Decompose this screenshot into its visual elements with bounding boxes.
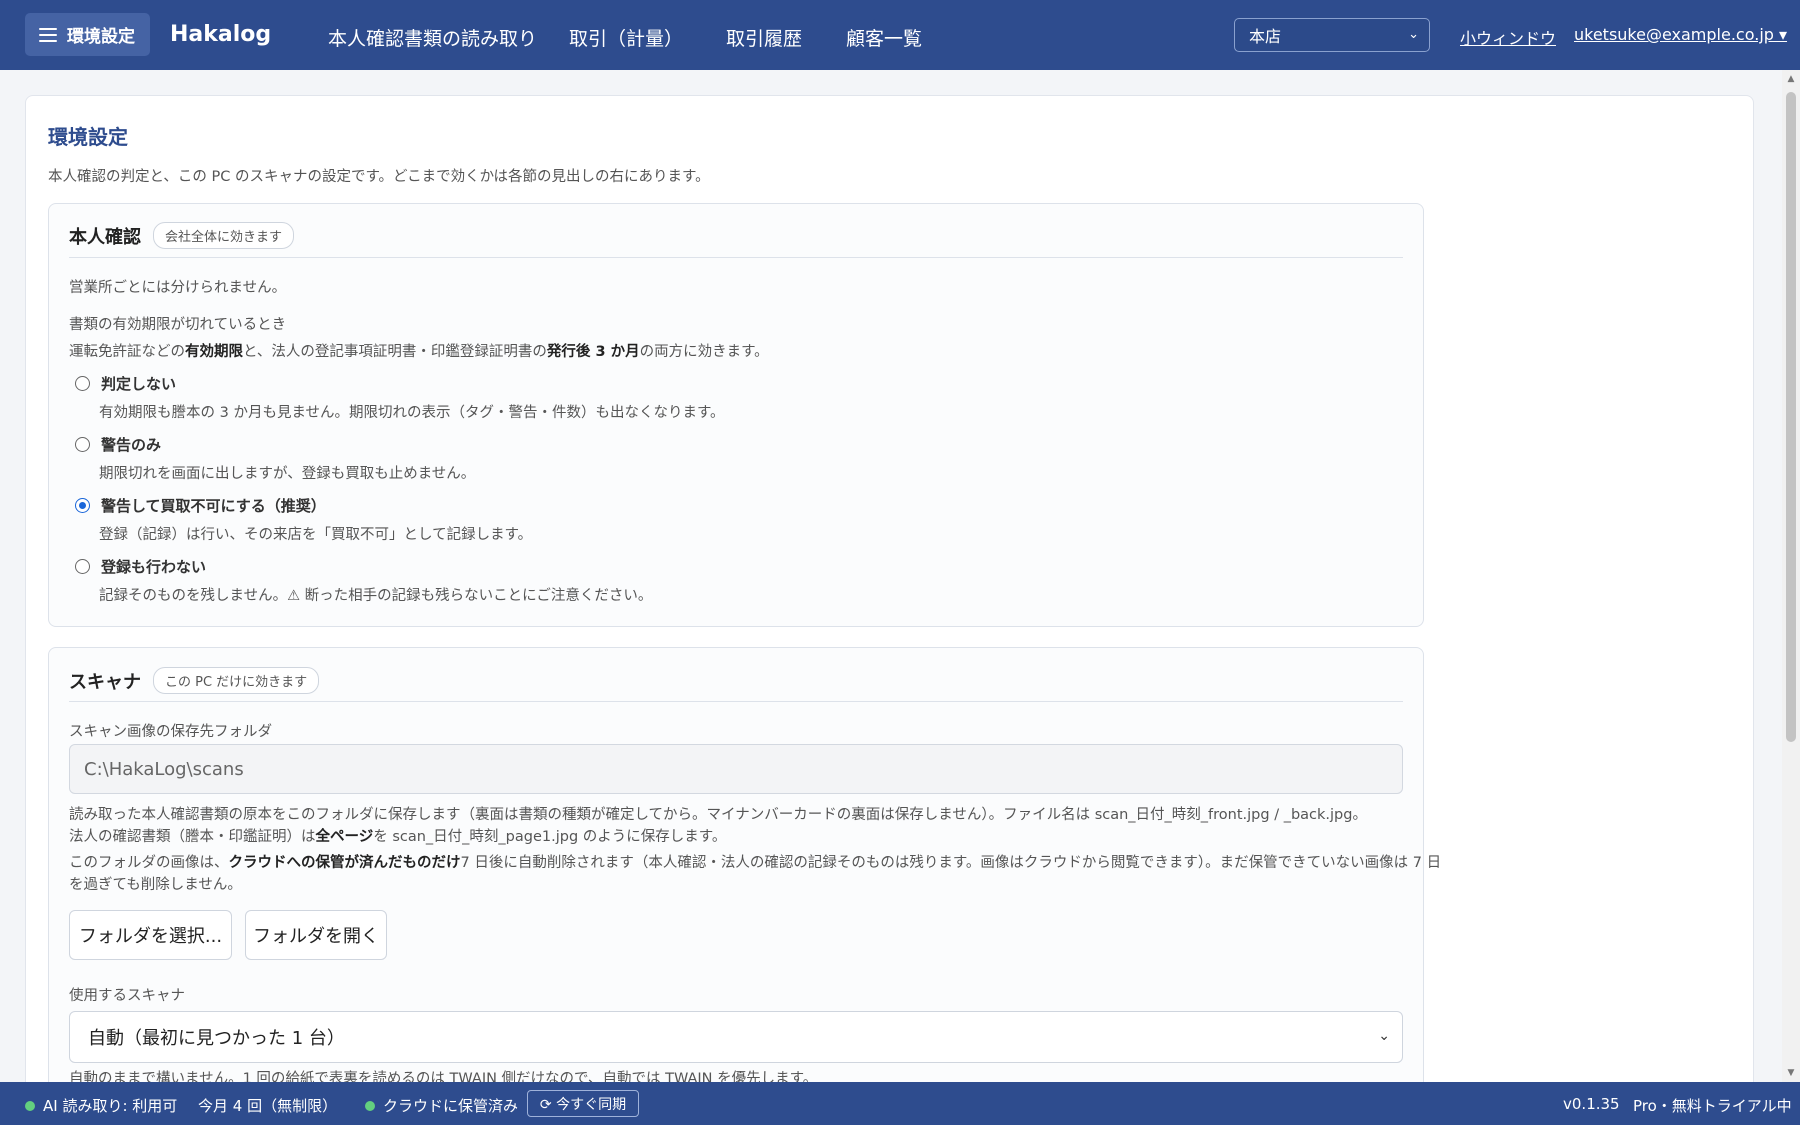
page-scrollbar[interactable]: ▲ ▼: [1782, 70, 1800, 1082]
nav-id-reading[interactable]: 本人確認書類の読み取り: [328, 24, 537, 51]
identity-section-title: 本人確認: [69, 226, 141, 248]
option-warn-only[interactable]: 警告のみ: [75, 434, 161, 455]
scanner-select[interactable]: 自動（最初に見つかった 1 台） ⌄: [69, 1011, 1403, 1063]
option-warn-only-desc: 期限切れを画面に出しますが、登録も買取も止めません。: [99, 466, 476, 482]
menu-button-label: 環境設定: [67, 27, 135, 47]
scroll-thumb[interactable]: [1786, 92, 1796, 742]
status-dot-icon: [365, 1100, 375, 1111]
scanner-section: スキャナ この PC だけに効きます スキャン画像の保存先フォルダ C:\Hak…: [48, 647, 1441, 1097]
scanner-section-header: スキャナ この PC だけに効きます: [69, 667, 320, 694]
folder-label: スキャン画像の保存先フォルダ: [69, 724, 272, 740]
radio-button-selected[interactable]: [75, 498, 90, 513]
radio-button[interactable]: [75, 376, 90, 391]
identity-note: 営業所ごとには分けられません。: [69, 280, 287, 296]
settings-menu-button[interactable]: 環境設定: [25, 13, 150, 56]
cloud-status: クラウドに保管済み: [365, 1095, 518, 1116]
sync-now-button[interactable]: ⟳ 今すぐ同期: [527, 1090, 639, 1117]
scroll-up-arrow-icon[interactable]: ▲: [1782, 74, 1800, 84]
radio-button[interactable]: [75, 559, 90, 574]
brand-logo: Hakalog: [170, 22, 272, 47]
folder-desc-1: 読み取った本人確認書類の原本をこのフォルダに保存します（裏面は書類の種類が確定し…: [69, 807, 1367, 823]
store-select[interactable]: 本店 ⌄: [1234, 18, 1430, 52]
store-select-value: 本店: [1249, 27, 1282, 46]
option-no-register[interactable]: 登録も行わない: [75, 556, 206, 577]
expiry-applies: 運転免許証などの有効期限と、法人の登記事項証明書・印鑑登録証明書の発行後 3 か…: [69, 344, 769, 360]
page-description: 本人確認の判定と、この PC のスキャナの設定です。どこまで効くかは各節の見出し…: [48, 169, 710, 185]
nav-history[interactable]: 取引履歴: [726, 24, 802, 51]
nav-transaction[interactable]: 取引（計量）: [569, 24, 683, 51]
save-folder-field[interactable]: C:\HakaLog\scans: [69, 744, 1403, 794]
scroll-down-arrow-icon[interactable]: ▼: [1782, 1068, 1800, 1078]
scanner-select-value: 自動（最初に見つかった 1 台）: [88, 1028, 345, 1049]
folder-desc-2: 法人の確認書類（謄本・印鑑証明）は全ページを scan_日付_時刻_page1.…: [69, 829, 727, 845]
hamburger-icon: [39, 27, 57, 42]
option-no-register-desc: 記録そのものを残しません。⚠ 断った相手の記録も残らないことにご注意ください。: [99, 588, 653, 604]
divider: [69, 701, 1403, 702]
scope-badge: 会社全体に効きます: [153, 222, 295, 249]
folder-desc-3: このフォルダの画像は、クラウドへの保管が済んだものだけ7 日後に自動削除されます…: [69, 855, 1442, 871]
expiry-question: 書類の有効期限が切れているとき: [69, 317, 287, 333]
identity-section-header: 本人確認 会社全体に効きます: [69, 222, 295, 249]
usage-count: 今月 4 回（無制限）: [198, 1097, 338, 1115]
top-navigation-bar: 環境設定 Hakalog 本人確認書類の読み取り 取引（計量） 取引履歴 顧客一…: [0, 0, 1800, 70]
chevron-down-icon: ⌄: [1408, 27, 1419, 42]
scanner-section-title: スキャナ: [69, 671, 141, 693]
scanner-label: 使用するスキャナ: [69, 988, 185, 1004]
ai-status: AI 読み取り: 利用可: [25, 1095, 177, 1116]
select-folder-button[interactable]: フォルダを選択...: [69, 910, 232, 960]
page-title: 環境設定: [48, 125, 128, 149]
option-no-check-desc: 有効期限も謄本の 3 か月も見ません。期限切れの表示（タグ・警告・件数）も出なく…: [99, 405, 725, 421]
folder-desc-3-cont: を過ぎても削除しません。: [69, 877, 242, 893]
option-no-check[interactable]: 判定しない: [75, 373, 176, 394]
chevron-down-icon: ⌄: [1378, 1028, 1390, 1044]
mini-window-link[interactable]: 小ウィンドウ: [1460, 25, 1556, 49]
radio-button[interactable]: [75, 437, 90, 452]
plan-label: Pro・無料トライアル中: [1633, 1097, 1792, 1115]
status-dot-icon: [25, 1100, 35, 1111]
scope-badge: この PC だけに効きます: [153, 667, 320, 694]
open-folder-button[interactable]: フォルダを開く: [245, 910, 387, 960]
user-menu[interactable]: uketsuke@example.co.jp ▾: [1574, 25, 1787, 44]
option-warn-block[interactable]: 警告して買取不可にする（推奨）: [75, 495, 326, 516]
option-warn-block-desc: 登録（記録）は行い、その来店を「買取不可」として記録します。: [99, 527, 533, 543]
status-bar: AI 読み取り: 利用可 今月 4 回（無制限） クラウドに保管済み ⟳ 今すぐ…: [0, 1082, 1800, 1125]
nav-customers[interactable]: 顧客一覧: [846, 24, 922, 51]
divider: [69, 257, 1403, 258]
identity-section: 本人確認 会社全体に効きます 営業所ごとには分けられません。 書類の有効期限が切…: [48, 203, 1424, 627]
version-label: v0.1.35: [1563, 1095, 1620, 1113]
